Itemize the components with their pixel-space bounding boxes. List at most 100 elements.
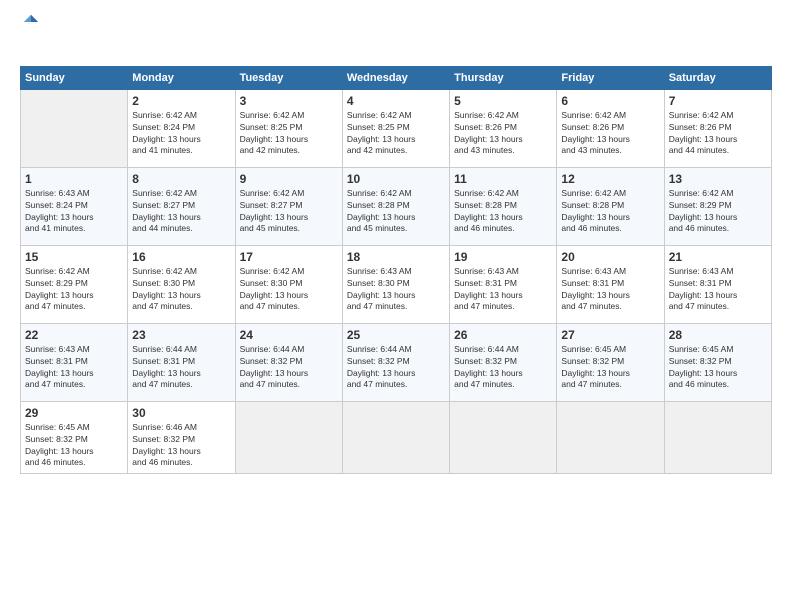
calendar-week-2: 15 Sunrise: 6:42 AMSunset: 8:29 PMDayligh… xyxy=(21,245,772,323)
col-header-thursday: Thursday xyxy=(450,66,557,89)
day-number: 26 xyxy=(454,328,552,342)
calendar-cell xyxy=(21,89,128,167)
day-detail: Sunrise: 6:42 AMSunset: 8:30 PMDaylight:… xyxy=(132,266,230,314)
logo-text xyxy=(20,36,40,56)
calendar-cell xyxy=(342,401,449,474)
calendar-cell: 24 Sunrise: 6:44 AMSunset: 8:32 PMDayligh… xyxy=(235,323,342,401)
calendar-cell: 11 Sunrise: 6:42 AMSunset: 8:28 PMDayligh… xyxy=(450,167,557,245)
calendar-cell xyxy=(235,401,342,474)
calendar-cell: 29 Sunrise: 6:45 AMSunset: 8:32 PMDayligh… xyxy=(21,401,128,474)
col-header-wednesday: Wednesday xyxy=(342,66,449,89)
calendar-week-3: 22 Sunrise: 6:43 AMSunset: 8:31 PMDayligh… xyxy=(21,323,772,401)
day-detail: Sunrise: 6:42 AMSunset: 8:26 PMDaylight:… xyxy=(561,110,659,158)
calendar-header-row: SundayMondayTuesdayWednesdayThursdayFrid… xyxy=(21,66,772,89)
calendar-cell xyxy=(450,401,557,474)
day-number: 22 xyxy=(25,328,123,342)
calendar-cell: 1 Sunrise: 6:43 AMSunset: 8:24 PMDaylight… xyxy=(21,167,128,245)
day-number: 13 xyxy=(669,172,767,186)
day-detail: Sunrise: 6:45 AMSunset: 8:32 PMDaylight:… xyxy=(25,422,123,470)
day-number: 11 xyxy=(454,172,552,186)
calendar-cell: 16 Sunrise: 6:42 AMSunset: 8:30 PMDayligh… xyxy=(128,245,235,323)
day-number: 18 xyxy=(347,250,445,264)
calendar-week-0: 2 Sunrise: 6:42 AMSunset: 8:24 PMDaylight… xyxy=(21,89,772,167)
calendar-cell xyxy=(557,401,664,474)
calendar-cell: 28Sunrise: 6:45 AMSunset: 8:32 PMDayligh… xyxy=(664,323,771,401)
day-number: 9 xyxy=(240,172,338,186)
calendar-cell: 5 Sunrise: 6:42 AMSunset: 8:26 PMDaylight… xyxy=(450,89,557,167)
day-number: 8 xyxy=(132,172,230,186)
day-detail: Sunrise: 6:42 AMSunset: 8:28 PMDaylight:… xyxy=(347,188,445,236)
day-number: 27 xyxy=(561,328,659,342)
day-number: 20 xyxy=(561,250,659,264)
day-detail: Sunrise: 6:43 AMSunset: 8:30 PMDaylight:… xyxy=(347,266,445,314)
day-number: 30 xyxy=(132,406,230,420)
day-detail: Sunrise: 6:45 AMSunset: 8:32 PMDaylight:… xyxy=(561,344,659,392)
calendar-cell: 10 Sunrise: 6:42 AMSunset: 8:28 PMDayligh… xyxy=(342,167,449,245)
col-header-friday: Friday xyxy=(557,66,664,89)
calendar-cell: 9 Sunrise: 6:42 AMSunset: 8:27 PMDaylight… xyxy=(235,167,342,245)
calendar-cell: 8 Sunrise: 6:42 AMSunset: 8:27 PMDaylight… xyxy=(128,167,235,245)
day-detail: Sunrise: 6:43 AMSunset: 8:31 PMDaylight:… xyxy=(454,266,552,314)
day-number: 21 xyxy=(669,250,767,264)
calendar-cell: 17 Sunrise: 6:42 AMSunset: 8:30 PMDayligh… xyxy=(235,245,342,323)
day-number: 15 xyxy=(25,250,123,264)
day-number: 19 xyxy=(454,250,552,264)
calendar-cell: 27 Sunrise: 6:45 AMSunset: 8:32 PMDayligh… xyxy=(557,323,664,401)
col-header-saturday: Saturday xyxy=(664,66,771,89)
day-detail: Sunrise: 6:42 AMSunset: 8:29 PMDaylight:… xyxy=(25,266,123,314)
calendar-week-4: 29 Sunrise: 6:45 AMSunset: 8:32 PMDayligh… xyxy=(21,401,772,474)
calendar-cell: 21 Sunrise: 6:43 AMSunset: 8:31 PMDayligh… xyxy=(664,245,771,323)
calendar-table: SundayMondayTuesdayWednesdayThursdayFrid… xyxy=(20,66,772,475)
calendar-cell: 20 Sunrise: 6:43 AMSunset: 8:31 PMDayligh… xyxy=(557,245,664,323)
day-number: 3 xyxy=(240,94,338,108)
calendar-cell: 3Sunrise: 6:42 AMSunset: 8:25 PMDaylight… xyxy=(235,89,342,167)
logo xyxy=(20,18,40,56)
calendar-cell: 15 Sunrise: 6:42 AMSunset: 8:29 PMDayligh… xyxy=(21,245,128,323)
day-detail: Sunrise: 6:45 AMSunset: 8:32 PMDaylight:… xyxy=(669,344,767,392)
day-number: 10 xyxy=(347,172,445,186)
day-number: 16 xyxy=(132,250,230,264)
day-number: 29 xyxy=(25,406,123,420)
calendar-cell: 22 Sunrise: 6:43 AMSunset: 8:31 PMDayligh… xyxy=(21,323,128,401)
day-detail: Sunrise: 6:42 AMSunset: 8:25 PMDaylight:… xyxy=(347,110,445,158)
day-detail: Sunrise: 6:46 AMSunset: 8:32 PMDaylight:… xyxy=(132,422,230,470)
day-number: 25 xyxy=(347,328,445,342)
day-detail: Sunrise: 6:44 AMSunset: 8:32 PMDaylight:… xyxy=(240,344,338,392)
calendar-week-1: 1 Sunrise: 6:43 AMSunset: 8:24 PMDaylight… xyxy=(21,167,772,245)
day-number: 2 xyxy=(132,94,230,108)
day-detail: Sunrise: 6:42 AMSunset: 8:24 PMDaylight:… xyxy=(132,110,230,158)
day-detail: Sunrise: 6:43 AMSunset: 8:31 PMDaylight:… xyxy=(669,266,767,314)
page: SundayMondayTuesdayWednesdayThursdayFrid… xyxy=(0,0,792,612)
day-number: 5 xyxy=(454,94,552,108)
day-number: 4 xyxy=(347,94,445,108)
calendar-cell: 19 Sunrise: 6:43 AMSunset: 8:31 PMDayligh… xyxy=(450,245,557,323)
calendar-cell: 26Sunrise: 6:44 AMSunset: 8:32 PMDayligh… xyxy=(450,323,557,401)
day-number: 17 xyxy=(240,250,338,264)
day-detail: Sunrise: 6:43 AMSunset: 8:31 PMDaylight:… xyxy=(561,266,659,314)
calendar-cell: 23 Sunrise: 6:44 AMSunset: 8:31 PMDayligh… xyxy=(128,323,235,401)
calendar-cell: 4 Sunrise: 6:42 AMSunset: 8:25 PMDaylight… xyxy=(342,89,449,167)
day-detail: Sunrise: 6:42 AMSunset: 8:27 PMDaylight:… xyxy=(132,188,230,236)
calendar-cell: 6Sunrise: 6:42 AMSunset: 8:26 PMDaylight… xyxy=(557,89,664,167)
day-detail: Sunrise: 6:42 AMSunset: 8:28 PMDaylight:… xyxy=(454,188,552,236)
day-number: 24 xyxy=(240,328,338,342)
logo-icon xyxy=(22,13,40,31)
header xyxy=(20,18,772,56)
calendar-cell: 13 Sunrise: 6:42 AMSunset: 8:29 PMDayligh… xyxy=(664,167,771,245)
calendar-cell: 12Sunrise: 6:42 AMSunset: 8:28 PMDayligh… xyxy=(557,167,664,245)
day-detail: Sunrise: 6:43 AMSunset: 8:24 PMDaylight:… xyxy=(25,188,123,236)
day-detail: Sunrise: 6:42 AMSunset: 8:27 PMDaylight:… xyxy=(240,188,338,236)
calendar-cell: 7Sunrise: 6:42 AMSunset: 8:26 PMDaylight… xyxy=(664,89,771,167)
calendar-cell: 30 Sunrise: 6:46 AMSunset: 8:32 PMDayligh… xyxy=(128,401,235,474)
col-header-sunday: Sunday xyxy=(21,66,128,89)
day-detail: Sunrise: 6:42 AMSunset: 8:29 PMDaylight:… xyxy=(669,188,767,236)
day-detail: Sunrise: 6:42 AMSunset: 8:26 PMDaylight:… xyxy=(454,110,552,158)
day-detail: Sunrise: 6:43 AMSunset: 8:31 PMDaylight:… xyxy=(25,344,123,392)
day-detail: Sunrise: 6:44 AMSunset: 8:31 PMDaylight:… xyxy=(132,344,230,392)
calendar-cell: 18 Sunrise: 6:43 AMSunset: 8:30 PMDayligh… xyxy=(342,245,449,323)
day-number: 23 xyxy=(132,328,230,342)
day-detail: Sunrise: 6:42 AMSunset: 8:30 PMDaylight:… xyxy=(240,266,338,314)
day-number: 1 xyxy=(25,172,123,186)
calendar-cell: 2 Sunrise: 6:42 AMSunset: 8:24 PMDaylight… xyxy=(128,89,235,167)
col-header-monday: Monday xyxy=(128,66,235,89)
